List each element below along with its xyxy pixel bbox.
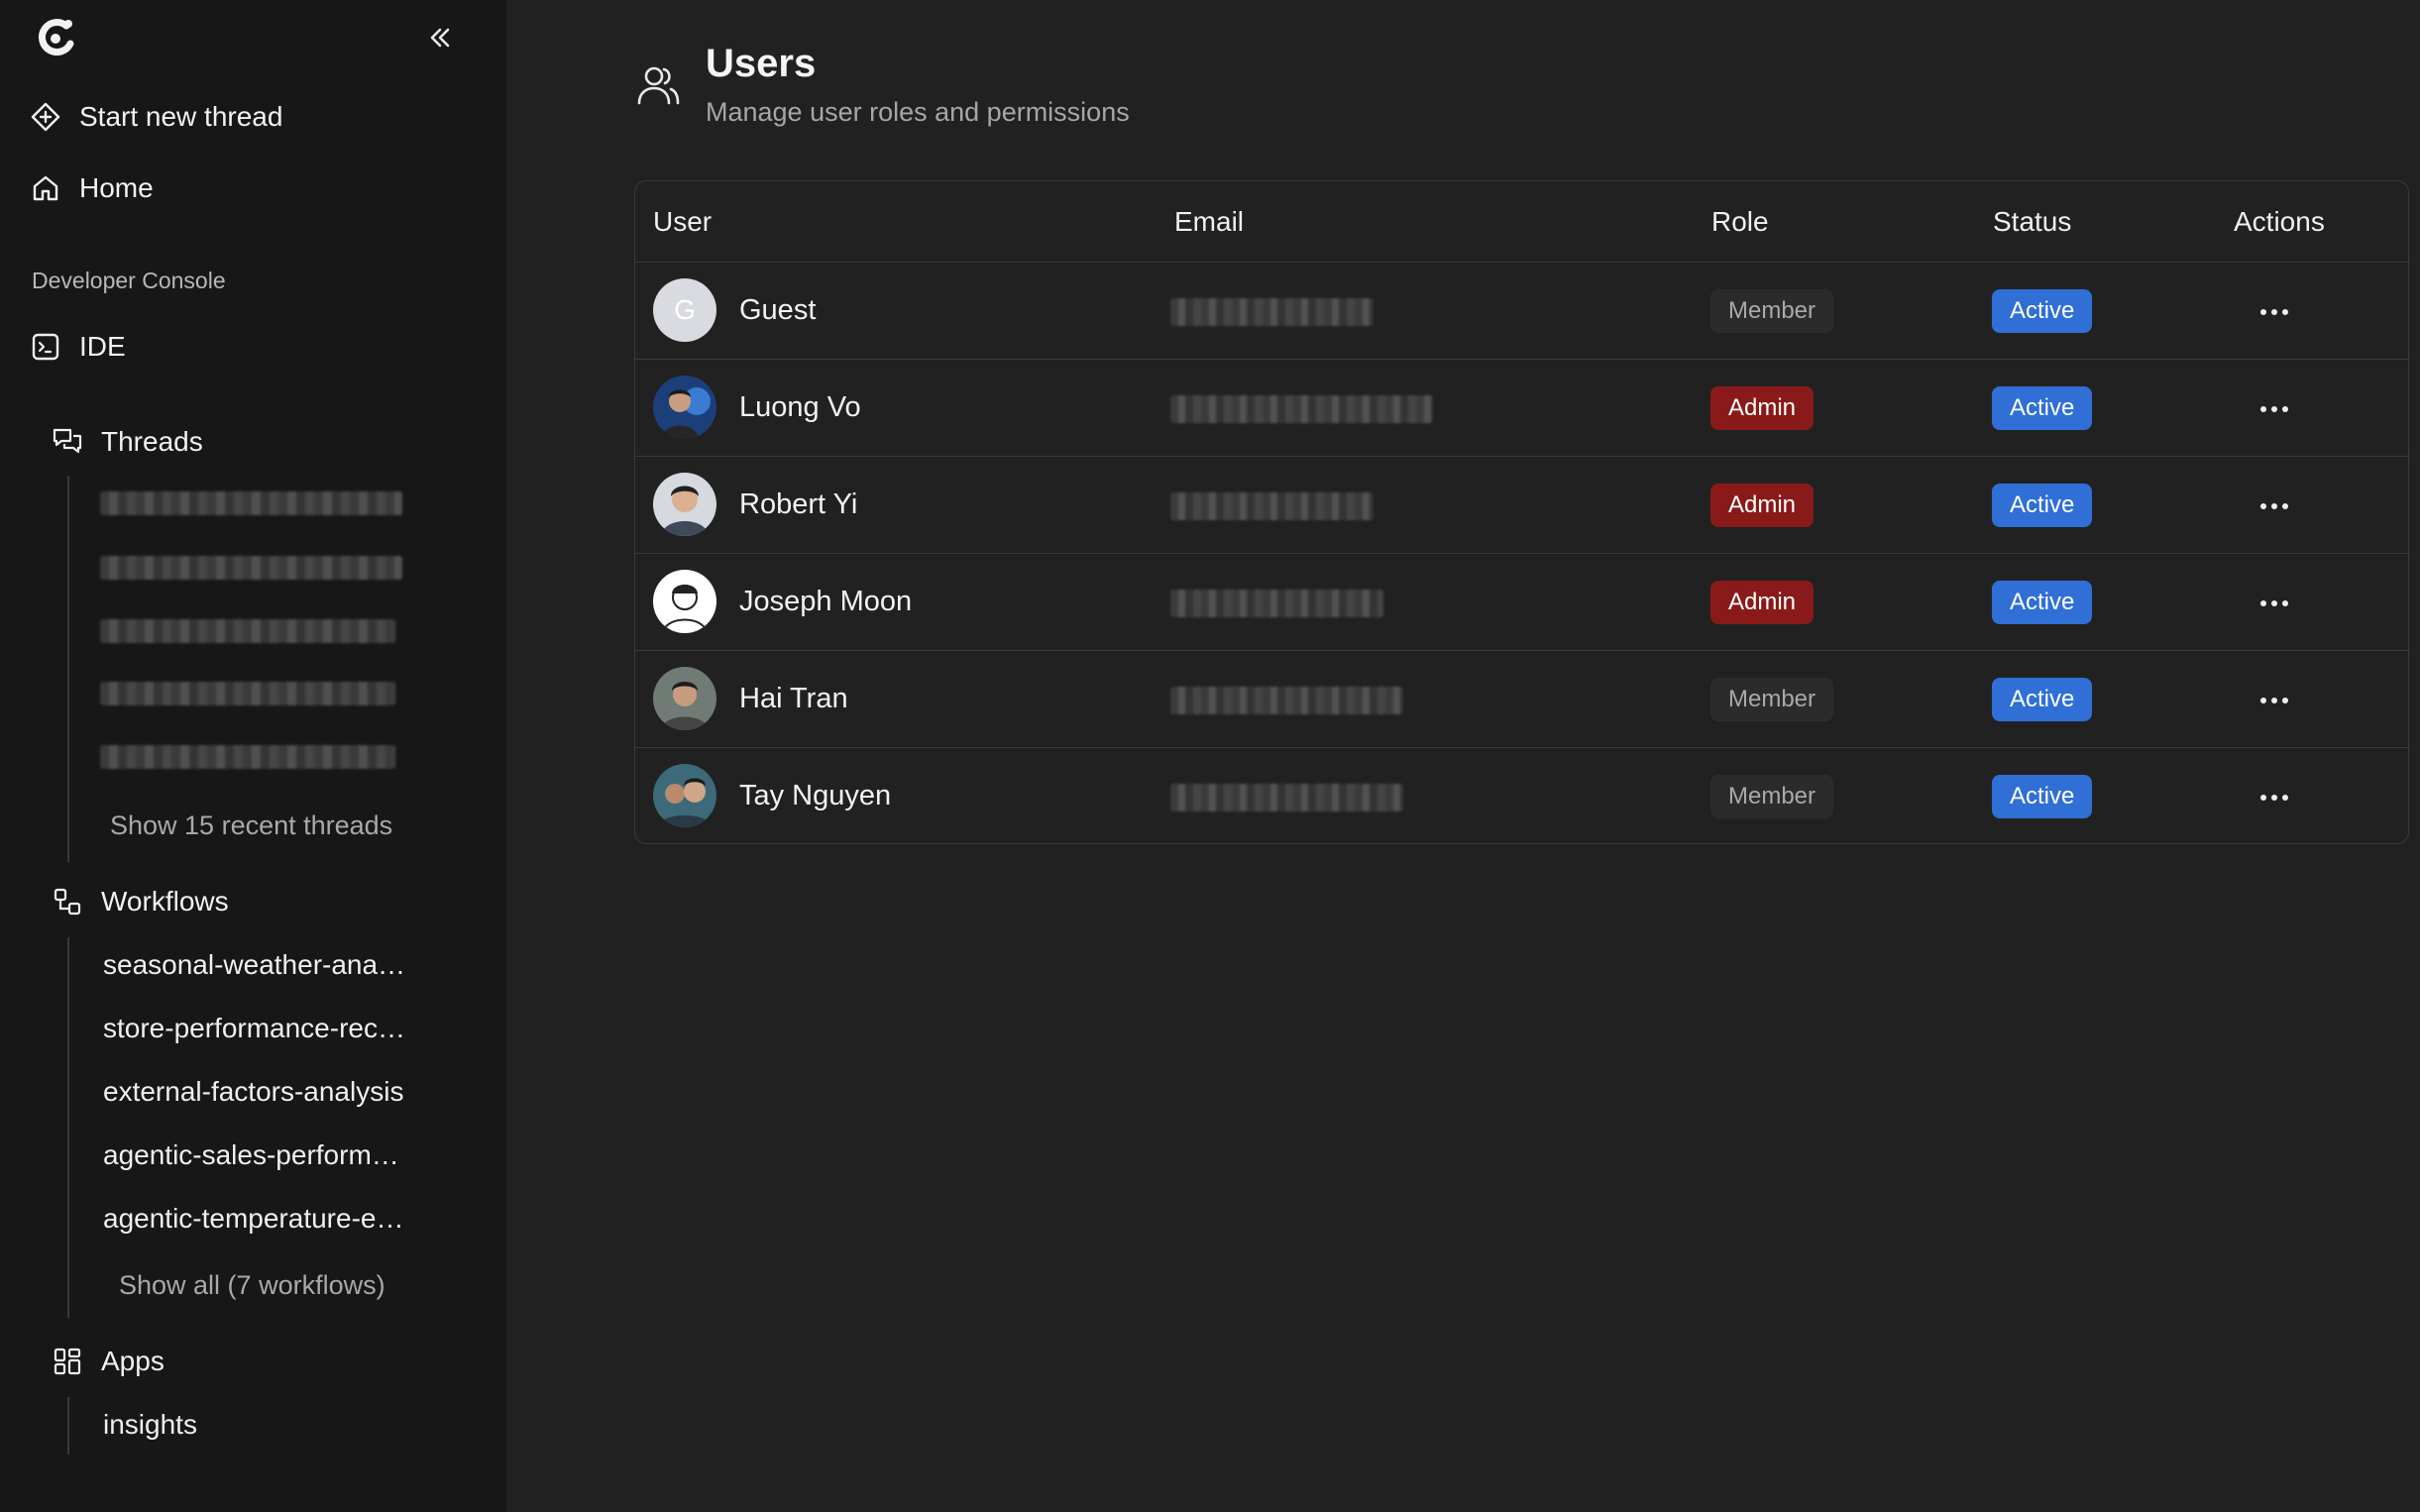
table-row[interactable]: G Guest Member Active <box>635 263 2408 360</box>
table-header: User Email Role Status Actions <box>635 181 2408 263</box>
avatar <box>653 376 716 439</box>
avatar <box>653 667 716 730</box>
workflow-item[interactable]: agentic-temperature-e… <box>103 1203 410 1235</box>
apps-label: Apps <box>101 1346 165 1376</box>
double-chevron-left-icon <box>430 28 450 48</box>
more-horizontal-icon <box>2260 600 2288 606</box>
table-row[interactable]: Joseph Moon Admin Active <box>635 554 2408 651</box>
user-name: Guest <box>739 294 817 326</box>
threads-tree-line <box>67 476 69 862</box>
status-badge: Active <box>1992 484 2093 527</box>
role-badge: Admin <box>1710 581 1815 624</box>
role-badge: Admin <box>1710 484 1815 527</box>
email-redacted <box>1170 395 1433 423</box>
table-row[interactable]: Luong Vo Admin Active <box>635 360 2408 457</box>
workflows-label: Workflows <box>101 886 229 917</box>
status-badge: Active <box>1992 775 2093 818</box>
page-subtitle: Manage user roles and permissions <box>706 97 1130 127</box>
collapse-sidebar-button[interactable] <box>424 22 456 54</box>
chat-bubbles-icon <box>52 426 83 458</box>
user-name: Tay Nguyen <box>739 780 892 811</box>
workflows-tree-line <box>67 937 69 1318</box>
row-actions-button[interactable] <box>2251 393 2298 425</box>
sidebar: Start new thread Home Developer Console … <box>0 0 507 1512</box>
apps-grid-icon <box>52 1346 83 1377</box>
column-header-email: Email <box>1174 206 1245 237</box>
thread-item[interactable] <box>100 491 402 515</box>
status-badge: Active <box>1992 386 2093 430</box>
email-redacted <box>1170 784 1403 811</box>
role-badge: Member <box>1710 678 1834 721</box>
app-root: Start new thread Home Developer Console … <box>0 0 2420 1512</box>
role-badge: Admin <box>1710 386 1815 430</box>
workflow-icon <box>52 886 83 918</box>
sidebar-group-workflows[interactable]: Workflows <box>52 878 229 925</box>
status-badge: Active <box>1992 289 2093 333</box>
home-label: Home <box>79 172 154 203</box>
more-horizontal-icon <box>2260 503 2288 509</box>
row-actions-button[interactable] <box>2251 296 2298 328</box>
column-header-user: User <box>653 206 713 237</box>
app-item[interactable]: insights <box>103 1409 410 1441</box>
ide-label: IDE <box>79 331 126 362</box>
start-new-thread-button[interactable]: Start new thread <box>30 92 282 142</box>
terminal-icon <box>30 331 61 363</box>
app-logo[interactable] <box>33 16 78 61</box>
workflow-item[interactable]: external-factors-analysis <box>103 1076 410 1108</box>
show-all-workflows-button[interactable]: Show all (7 workflows) <box>119 1270 385 1301</box>
start-new-thread-label: Start new thread <box>79 101 283 132</box>
workflow-item[interactable]: store-performance-rec… <box>103 1013 410 1044</box>
status-badge: Active <box>1992 678 2093 721</box>
more-horizontal-icon <box>2260 698 2288 703</box>
column-header-status: Status <box>1993 206 2072 237</box>
email-redacted <box>1170 687 1403 714</box>
user-name: Joseph Moon <box>739 586 913 617</box>
avatar <box>653 473 716 536</box>
row-actions-button[interactable] <box>2251 588 2298 619</box>
sidebar-group-apps[interactable]: Apps <box>52 1338 165 1385</box>
thread-item[interactable] <box>100 745 395 769</box>
table-row[interactable]: Robert Yi Admin Active <box>635 457 2408 554</box>
workflow-item[interactable]: agentic-sales-perform… <box>103 1139 410 1171</box>
more-horizontal-icon <box>2260 309 2288 315</box>
apps-tree-line <box>67 1397 69 1455</box>
show-recent-threads-button[interactable]: Show 15 recent threads <box>110 810 392 841</box>
email-redacted <box>1170 590 1383 617</box>
more-horizontal-icon <box>2260 795 2288 801</box>
threads-label: Threads <box>101 426 203 457</box>
avatar <box>653 570 716 633</box>
developer-console-label: Developer Console <box>32 268 226 293</box>
user-name: Robert Yi <box>739 488 858 520</box>
home-icon <box>30 172 61 204</box>
sidebar-group-threads[interactable]: Threads <box>52 418 203 466</box>
table-row[interactable]: Tay Nguyen Member Active <box>635 748 2408 843</box>
thread-item[interactable] <box>100 682 395 705</box>
sidebar-item-home[interactable]: Home <box>30 163 154 213</box>
role-badge: Member <box>1710 775 1834 818</box>
row-actions-button[interactable] <box>2251 490 2298 522</box>
page-title: Users <box>706 42 817 85</box>
table-row[interactable]: Hai Tran Member Active <box>635 651 2408 748</box>
users-icon <box>634 61 682 109</box>
column-header-actions: Actions <box>2234 206 2325 237</box>
avatar: G <box>653 278 716 342</box>
users-table: User Email Role Status Actions G Guest M… <box>634 180 2409 844</box>
column-header-role: Role <box>1711 206 1769 237</box>
user-name: Luong Vo <box>739 391 861 423</box>
row-actions-button[interactable] <box>2251 782 2298 813</box>
more-horizontal-icon <box>2260 406 2288 412</box>
email-redacted <box>1170 298 1374 326</box>
email-redacted <box>1170 492 1374 520</box>
workflow-item[interactable]: seasonal-weather-ana… <box>103 949 410 981</box>
user-name: Hai Tran <box>739 683 848 714</box>
thread-item[interactable] <box>100 619 395 643</box>
thread-item[interactable] <box>100 556 402 580</box>
sidebar-item-ide[interactable]: IDE <box>30 322 126 372</box>
avatar <box>653 764 716 827</box>
plus-diamond-icon <box>30 101 61 133</box>
role-badge: Member <box>1710 289 1834 333</box>
row-actions-button[interactable] <box>2251 685 2298 716</box>
status-badge: Active <box>1992 581 2093 624</box>
